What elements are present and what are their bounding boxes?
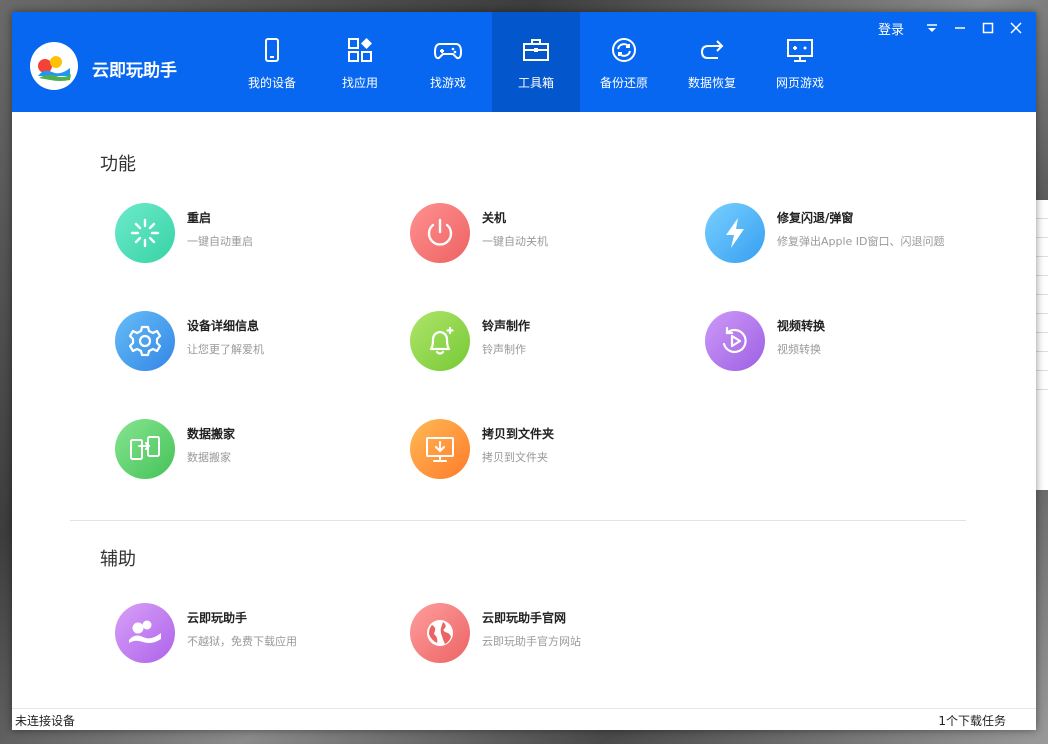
- nav-label: 我的设备: [247, 76, 296, 90]
- nav-label: 找游戏: [429, 76, 466, 90]
- tool-ringtone[interactable]: 铃声制作 铃声制作: [410, 311, 700, 375]
- background-window-strip: [1036, 200, 1048, 490]
- nav-data-recovery[interactable]: 数据恢复: [668, 12, 756, 112]
- tool-desc: 视频转换: [777, 343, 821, 356]
- restart-icon: [115, 203, 175, 263]
- tool-desc: 一键自动关机: [482, 235, 548, 248]
- tool-fix-crash[interactable]: 修复闪退/弹窗 修复弹出Apple ID窗口、闪退问题: [705, 203, 995, 267]
- nav-backup-restore[interactable]: 备份还原: [580, 12, 668, 112]
- tool-restart[interactable]: 重启 一键自动重启: [115, 203, 405, 267]
- gamepad-icon: [434, 43, 462, 60]
- title-bar: 云即玩助手 我的设备 找应用 找游戏 工具箱 备份还原 数据恢复 网页游戏 登录: [12, 12, 1036, 112]
- tool-title: 设备详细信息: [187, 319, 260, 333]
- app-name: 云即玩助手: [92, 61, 177, 80]
- phone-icon: [265, 38, 279, 62]
- bell-icon: [410, 311, 470, 371]
- tool-video-convert[interactable]: 视频转换 视频转换: [705, 311, 995, 375]
- section-title-functions: 功能: [100, 154, 136, 174]
- tool-shutdown[interactable]: 关机 一键自动关机: [410, 203, 700, 267]
- device-status: 未连接设备: [15, 714, 76, 728]
- nav-label: 找应用: [341, 76, 378, 90]
- nav-web-games[interactable]: 网页游戏: [756, 12, 844, 112]
- app-logo-icon: [115, 603, 175, 663]
- maximize-icon[interactable]: [974, 18, 1002, 38]
- tool-title: 数据搬家: [187, 427, 236, 441]
- tool-title: 视频转换: [777, 319, 826, 333]
- nav-find-apps[interactable]: 找应用: [316, 12, 404, 112]
- nav-label: 数据恢复: [687, 76, 736, 90]
- tool-desc: 拷贝到文件夹: [482, 451, 548, 464]
- redo-arrow-icon: [700, 40, 724, 59]
- download-status[interactable]: 1个下载任务: [938, 712, 1006, 729]
- tool-desc: 修复弹出Apple ID窗口、闪退问题: [777, 235, 945, 248]
- apps-icon: [348, 38, 372, 62]
- sync-icon: [612, 38, 636, 62]
- close-icon[interactable]: [1002, 18, 1030, 38]
- section-title-assist: 辅助: [100, 549, 136, 569]
- tool-data-transfer[interactable]: 数据搬家 数据搬家: [115, 419, 405, 483]
- tool-copy-to-folder[interactable]: 拷贝到文件夹 拷贝到文件夹: [410, 419, 700, 483]
- status-bar: 未连接设备 1个下载任务: [12, 708, 1036, 730]
- tool-desc: 云即玩助手官方网站: [482, 635, 581, 648]
- monitor-game-icon: [787, 39, 813, 62]
- main-nav: 我的设备 找应用 找游戏 工具箱 备份还原 数据恢复 网页游戏: [228, 12, 844, 112]
- tool-desc: 让您更了解爱机: [187, 343, 264, 356]
- video-convert-icon: [705, 311, 765, 371]
- tool-title: 拷贝到文件夹: [482, 427, 555, 441]
- tool-desc: 数据搬家: [187, 451, 231, 464]
- lightning-icon: [705, 203, 765, 263]
- data-transfer-icon: [115, 419, 175, 479]
- minimize-icon[interactable]: [946, 18, 974, 38]
- globe-icon: [410, 603, 470, 663]
- tool-title: 重启: [187, 211, 212, 225]
- login-link[interactable]: 登录: [878, 19, 904, 38]
- section-divider: [70, 520, 966, 521]
- tool-desc: 铃声制作: [482, 343, 526, 356]
- menu-dropdown-icon[interactable]: [918, 18, 946, 38]
- tool-title: 铃声制作: [482, 319, 531, 333]
- nav-toolbox[interactable]: 工具箱: [492, 12, 580, 112]
- nav-label: 网页游戏: [775, 76, 824, 90]
- toolbox-icon: [523, 39, 549, 61]
- tool-desc: 不越狱，免费下载应用: [187, 635, 297, 648]
- copy-folder-icon: [410, 419, 470, 479]
- tool-title: 云即玩助手官网: [482, 611, 567, 625]
- tool-official-site[interactable]: 云即玩助手官网 云即玩助手官方网站: [410, 603, 700, 667]
- nav-find-games[interactable]: 找游戏: [404, 12, 492, 112]
- nav-label: 工具箱: [517, 76, 554, 90]
- gear-icon: [115, 311, 175, 371]
- tool-desc: 一键自动重启: [187, 235, 253, 248]
- window-controls: 登录: [878, 18, 1030, 38]
- tool-device-info[interactable]: 设备详细信息 让您更了解爱机: [115, 311, 405, 375]
- app-window: 云即玩助手 我的设备 找应用 找游戏 工具箱 备份还原 数据恢复 网页游戏 登录…: [12, 12, 1036, 730]
- tool-title: 修复闪退/弹窗: [777, 211, 854, 225]
- power-icon: [410, 203, 470, 263]
- app-logo-icon: [30, 42, 78, 90]
- tool-title: 云即玩助手: [187, 611, 248, 625]
- nav-label: 备份还原: [599, 76, 648, 90]
- tool-app-assistant[interactable]: 云即玩助手 不越狱，免费下载应用: [115, 603, 405, 667]
- nav-my-device[interactable]: 我的设备: [228, 12, 316, 112]
- tool-title: 关机: [482, 211, 507, 225]
